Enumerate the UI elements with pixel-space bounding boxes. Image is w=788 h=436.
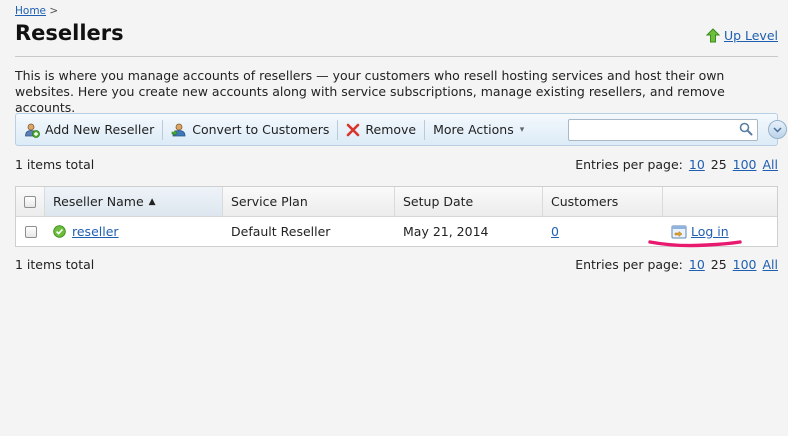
items-total: 1 items total bbox=[15, 157, 95, 172]
add-user-icon bbox=[25, 123, 40, 138]
column-header-setup-date[interactable]: Setup Date bbox=[395, 187, 543, 216]
search-options-toggle[interactable] bbox=[768, 120, 787, 139]
more-actions-dropdown[interactable]: More Actions ▾ bbox=[425, 119, 532, 141]
chevron-down-icon: ▾ bbox=[519, 124, 525, 135]
title-divider bbox=[15, 56, 778, 57]
active-status-icon bbox=[53, 225, 66, 238]
select-all-checkbox[interactable] bbox=[24, 195, 36, 208]
column-header-label: Customers bbox=[551, 194, 619, 209]
up-level[interactable]: Up Level bbox=[705, 28, 778, 43]
row-select-cell bbox=[16, 217, 45, 246]
remove-label: Remove bbox=[365, 122, 417, 137]
service-plan-cell: Default Reseller bbox=[231, 224, 331, 239]
entries-label: Entries per page: bbox=[575, 157, 683, 172]
column-header-label: Service Plan bbox=[231, 194, 308, 209]
column-header-label: Setup Date bbox=[403, 194, 474, 209]
page-title: Resellers bbox=[15, 21, 124, 45]
customers-count-link[interactable]: 0 bbox=[551, 224, 559, 239]
add-new-reseller-button[interactable]: Add New Reseller bbox=[16, 119, 162, 141]
entries-option-all[interactable]: All bbox=[763, 257, 779, 272]
column-header-customers[interactable]: Customers bbox=[543, 187, 663, 216]
sort-ascending-icon: ▲ bbox=[148, 196, 156, 207]
column-header-service-plan[interactable]: Service Plan bbox=[223, 187, 395, 216]
up-level-link[interactable]: Up Level bbox=[724, 28, 778, 43]
highlight-underline-annotation bbox=[648, 240, 742, 248]
search-icon[interactable] bbox=[739, 122, 753, 136]
entries-option-100[interactable]: 100 bbox=[733, 257, 757, 272]
intro-text: This is where you manage accounts of res… bbox=[15, 68, 725, 115]
breadcrumb-home-link[interactable]: Home bbox=[15, 5, 46, 17]
row-checkbox[interactable] bbox=[24, 225, 37, 238]
reseller-name-cell: reseller bbox=[45, 217, 223, 246]
entries-label: Entries per page: bbox=[575, 257, 683, 272]
column-header-label: Reseller Name bbox=[53, 194, 144, 209]
remove-x-icon bbox=[347, 123, 360, 136]
setup-date-cell: May 21, 2014 bbox=[403, 224, 489, 239]
more-actions-label: More Actions bbox=[433, 122, 514, 137]
table-header: Reseller Name ▲ Service Plan Setup Date … bbox=[16, 187, 777, 217]
entries-option-all[interactable]: All bbox=[763, 157, 779, 172]
entries-option-25-selected: 25 bbox=[710, 257, 727, 272]
breadcrumb-separator: > bbox=[49, 5, 59, 17]
up-arrow-icon bbox=[705, 28, 720, 43]
reseller-name-link[interactable]: reseller bbox=[72, 224, 119, 239]
convert-user-icon bbox=[171, 123, 186, 136]
convert-to-customers-button[interactable]: Convert to Customers bbox=[163, 119, 337, 141]
entries-per-page: Entries per page: 10 25 100 All bbox=[573, 157, 778, 172]
entries-option-100[interactable]: 100 bbox=[733, 157, 757, 172]
items-total: 1 items total bbox=[15, 257, 95, 272]
column-header-reseller-name[interactable]: Reseller Name ▲ bbox=[45, 187, 223, 216]
remove-button[interactable]: Remove bbox=[338, 119, 424, 141]
select-all-cell bbox=[16, 187, 45, 216]
convert-to-customers-label: Convert to Customers bbox=[192, 122, 330, 137]
search-field bbox=[568, 119, 758, 141]
entries-option-25-selected: 25 bbox=[710, 157, 727, 172]
add-new-reseller-label: Add New Reseller bbox=[45, 122, 155, 137]
entries-option-10[interactable]: 10 bbox=[689, 157, 705, 172]
customers-cell: 0 Log in bbox=[543, 217, 729, 246]
entries-per-page: Entries per page: 10 25 100 All bbox=[573, 257, 778, 272]
search-input[interactable] bbox=[569, 120, 729, 140]
breadcrumb: Home > bbox=[15, 5, 58, 17]
chevron-down-icon bbox=[773, 126, 782, 133]
toolbar: Add New Reseller Convert to Customers Re… bbox=[15, 113, 787, 146]
entries-option-10[interactable]: 10 bbox=[689, 257, 705, 272]
column-header-actions bbox=[663, 187, 777, 216]
